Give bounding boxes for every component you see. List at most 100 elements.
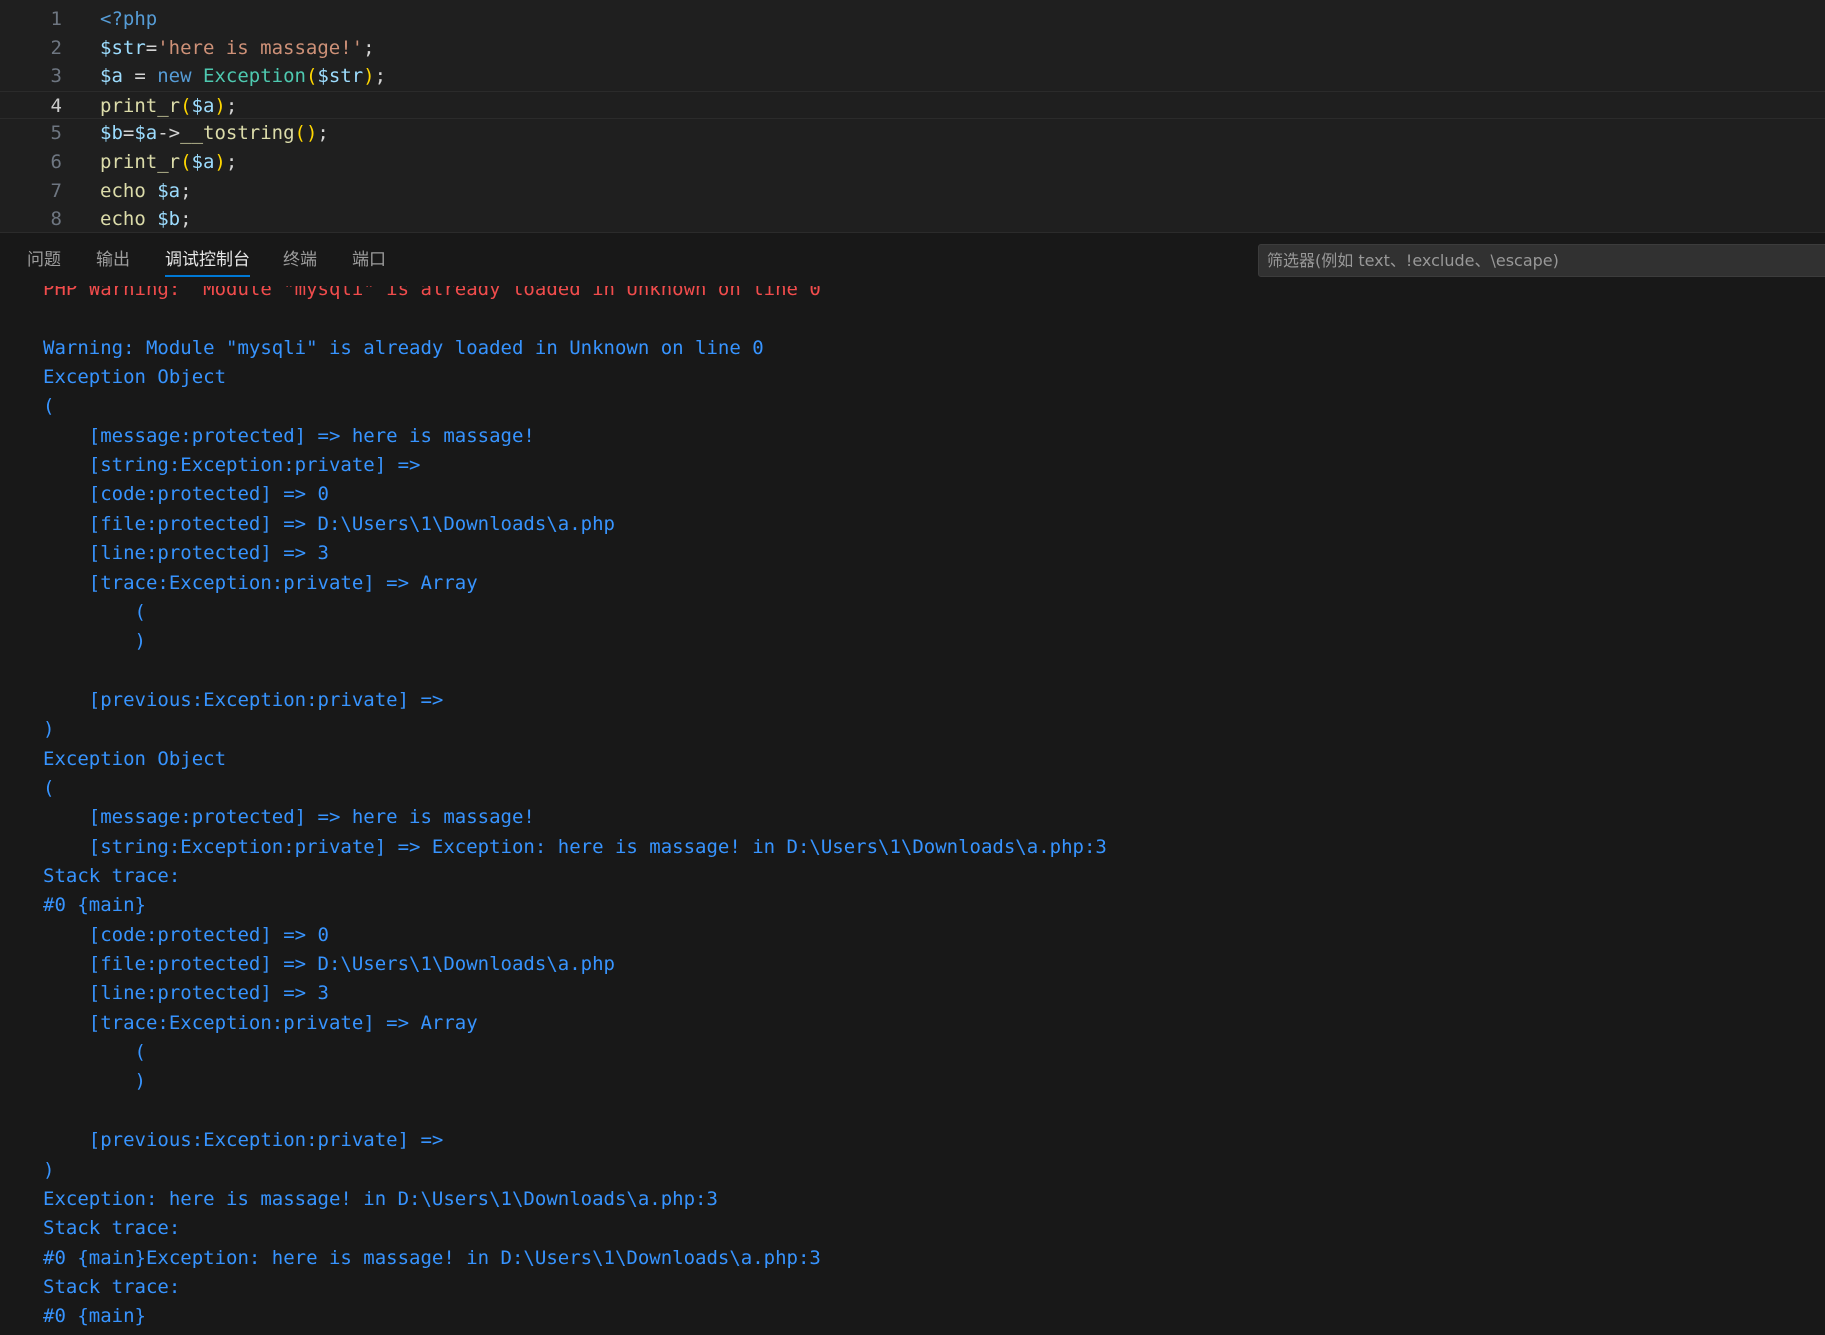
code-token: ) [363,65,375,88]
console-output-line: #0 {main}Exception: here is massage! in … [43,1246,821,1269]
code-editor[interactable]: 1 <?php 2 $str='here is massage!'; 3 $a = new… [0,0,1825,232]
console-output-line: ( [43,395,55,418]
console-output-line: #0 {main} [43,894,146,917]
console-output-line: Stack trace: [43,865,181,887]
code-token: ; [363,36,375,59]
panel-tab-bar: 问题 输出 调试控制台 终端 端口 [0,232,1825,286]
console-output-line: [trace:Exception:private] => Array [43,571,478,594]
code-text: echo $b; [100,205,192,232]
console-output-line: ) [43,1070,146,1093]
code-line[interactable]: 3 $a = new Exception($str); [0,62,1825,90]
console-output-line: ) [43,630,146,653]
code-text: $a = new Exception($str); [100,62,386,90]
console-output-line: [message:protected] => here is massage! [43,424,535,447]
line-number: 8 [50,208,62,231]
debug-console-output[interactable]: PHP Warning: Module "mysqli" is already … [0,286,1825,1335]
line-number: 1 [50,8,62,30]
line-number: 6 [50,151,62,173]
line-number: 3 [50,65,62,88]
code-token: print_r [100,94,181,117]
code-token: ) [214,94,226,117]
code-token: ; [374,65,387,88]
code-text: $str='here is massage!'; [100,34,375,62]
code-token: ; [225,151,238,173]
code-line[interactable]: 8 echo $b; [0,205,1825,232]
code-token: Exception [203,65,306,88]
console-output-line: [string:Exception:private] => Exception:… [43,835,1107,858]
code-line[interactable]: 6 print_r($a); [0,148,1825,176]
code-text: print_r($a); [100,92,237,120]
code-token: = [145,36,158,59]
console-output-line: Exception Object [43,366,227,389]
line-number: 2 [50,36,62,59]
code-token: ; [180,179,192,202]
tab-output[interactable]: 输出 [96,247,130,273]
console-output-line: Warning: Module "mysqli" is already load… [43,336,764,359]
code-token: <?php [100,8,158,30]
console-output-line: ( [43,600,146,623]
console-output-line: ( [43,1041,146,1064]
code-text: <?php [100,5,157,33]
code-token: $b [157,208,181,231]
code-token: ; [180,208,192,231]
console-output-line: Exception: here is massage! in D:\Users\… [43,1187,718,1210]
code-token: $a [191,151,215,173]
console-output-line: ) [43,718,55,741]
code-token: echo [100,179,146,202]
console-output-line: [message:protected] => here is massage! [43,806,535,829]
code-token: -> [157,122,181,145]
code-token: ( [305,65,318,88]
console-output-line: [trace:Exception:private] => Array [43,1011,478,1034]
tab-terminal[interactable]: 终端 [283,247,317,273]
code-token: ( [180,151,192,173]
code-text: print_r($a); [100,148,237,176]
line-number: 5 [50,122,62,145]
code-token: ( [180,94,192,117]
code-token: = [122,65,158,88]
code-line[interactable]: 1 <?php [0,5,1825,33]
console-output-line: [previous:Exception:private] => [43,688,444,711]
console-output-line: [code:protected] => 0 [43,923,329,946]
console-output-line: Exception Object [43,747,227,770]
code-token: $a [100,65,123,88]
console-filter-input[interactable] [1258,244,1825,277]
console-output-line: Stack trace: [43,1275,181,1298]
console-error-line: PHP Warning: Module "mysqli" is already … [43,286,821,300]
console-output-line: ( [43,776,55,799]
line-number: 4 [50,94,62,117]
tab-debug-console[interactable]: 调试控制台 [165,247,250,277]
code-token: = [122,122,135,145]
code-token: $a [157,179,181,202]
console-output-line: ) [43,1158,55,1181]
console-output-line: [line:protected] => 3 [43,982,329,1005]
code-line[interactable]: 5 $b=$a->__tostring(); [0,119,1825,147]
console-output-line: [line:protected] => 3 [43,542,329,565]
code-token: __tostring [180,122,295,145]
code-token: echo [100,208,146,231]
code-token: ; [317,122,329,145]
tab-ports[interactable]: 端口 [352,247,386,273]
line-number: 7 [50,179,62,202]
code-text: $b=$a->__tostring(); [100,119,329,147]
console-output-line: #0 {main} [43,1305,146,1328]
console-output-line: [previous:Exception:private] => [43,1129,444,1152]
console-output-line: Stack trace: [43,1217,181,1240]
code-token: ) [214,151,226,173]
console-output-line: [string:Exception:private] => [43,454,421,477]
code-line[interactable]: 4 print_r($a); [0,90,1825,120]
code-token: $a [134,122,158,145]
code-token: ; [225,94,238,117]
tab-problems[interactable]: 问题 [27,247,61,273]
code-token: $b [100,122,123,145]
console-output-line: [code:protected] => 0 [43,483,329,506]
console-output-line: [file:protected] => D:\Users\1\Downloads… [43,953,615,976]
code-token: () [294,122,318,145]
code-line[interactable]: 2 $str='here is massage!'; [0,34,1825,62]
code-token: $str [100,36,146,59]
code-line[interactable]: 7 echo $a; [0,177,1825,205]
code-token: $str [317,65,364,88]
code-token: new [157,65,192,88]
